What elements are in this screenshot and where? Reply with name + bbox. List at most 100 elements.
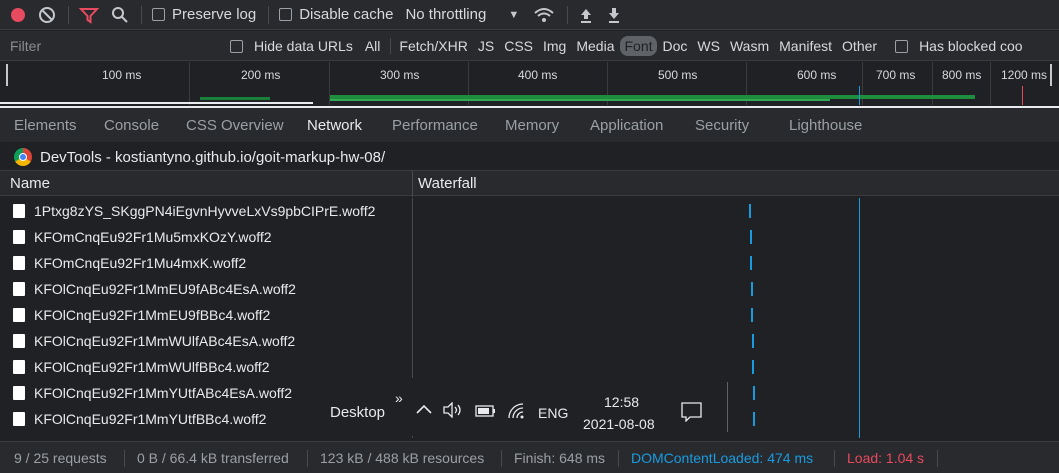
filter-type-doc[interactable]: Doc [659, 36, 692, 56]
wifi-icon[interactable] [507, 402, 527, 423]
toolbar-divider [268, 5, 270, 24]
devtools-title-bar: DevTools - kostiantyno.github.io/goit-ma… [0, 142, 1059, 170]
filter-type-js[interactable]: JS [474, 36, 498, 56]
filter-type-other[interactable]: Other [838, 36, 881, 56]
column-divider[interactable] [412, 171, 413, 197]
record-icon[interactable] [10, 7, 26, 23]
export-har-icon[interactable] [606, 6, 622, 24]
table-row[interactable]: KFOmCnqEu92Fr1Mu5mxKOzY.woff2 [0, 224, 412, 250]
overview-tick: 700 ms [876, 68, 916, 82]
file-icon [13, 412, 25, 426]
request-name: KFOmCnqEu92Fr1Mu4mxK.woff2 [34, 255, 247, 271]
file-icon [13, 334, 25, 348]
windows-taskbar: Desktop » ENG 12:58 2021-08-08 [314, 378, 744, 436]
status-finish: Finish: 648 ms [514, 450, 606, 466]
chevron-up-icon[interactable] [415, 402, 433, 419]
clock-date[interactable]: 2021-08-08 [583, 416, 655, 432]
toolbar-chevron[interactable]: » [395, 390, 403, 406]
request-name: KFOlCnqEu92Fr1MmEU9fBBc4.woff2 [34, 307, 271, 323]
disable-cache-toggle[interactable]: Disable cache [279, 6, 393, 23]
notifications-icon[interactable] [681, 402, 703, 425]
table-row[interactable]: KFOlCnqEu92Fr1MmWUlfABc4EsA.woff2 [0, 328, 412, 354]
clock-time[interactable]: 12:58 [604, 394, 639, 410]
overview-activity-bar [330, 99, 830, 101]
table-row[interactable]: KFOlCnqEu92Fr1MmWUlfBBc4.woff2 [0, 354, 412, 380]
table-row[interactable]: KFOlCnqEu92Fr1MmEU9fBBc4.woff2 [0, 302, 412, 328]
tab-css-overview[interactable]: CSS Overview [186, 117, 284, 134]
language-indicator[interactable]: ENG [538, 405, 568, 421]
overview-gridline [189, 62, 190, 105]
waterfall-bar [753, 412, 755, 426]
filter-bar: Filter Hide data URLs All Fetch/XHR JS C… [0, 31, 1059, 61]
waterfall-bar [750, 256, 752, 270]
filter-type-font[interactable]: Font [620, 36, 657, 56]
table-row[interactable]: KFOlCnqEu92Fr1MmEU9fABc4EsA.woff2 [0, 276, 412, 302]
overview-timeline[interactable]: 100 ms 200 ms 300 ms 400 ms 500 ms 600 m… [0, 62, 1059, 105]
request-name: KFOlCnqEu92Fr1MmEU9fABc4EsA.woff2 [34, 281, 296, 297]
filter-type-manifest[interactable]: Manifest [775, 36, 836, 56]
request-name: KFOlCnqEu92Fr1MmWUlfABc4EsA.woff2 [34, 333, 296, 349]
status-bar: 9 / 25 requests 0 B / 66.4 kB transferre… [0, 441, 1059, 473]
toolbar-divider [567, 5, 569, 24]
tab-performance[interactable]: Performance [392, 117, 478, 134]
search-icon[interactable] [111, 6, 129, 24]
has-blocked-cookies-checkbox[interactable] [895, 39, 909, 53]
waterfall-bar [750, 230, 752, 244]
status-divider [307, 450, 308, 467]
overview-right-handle[interactable] [1050, 64, 1052, 86]
status-divider [501, 450, 502, 467]
request-name: KFOmCnqEu92Fr1Mu5mxKOzY.woff2 [34, 229, 272, 245]
throttling-value: No throttling [405, 6, 487, 23]
throttling-select[interactable]: No throttling ▼ [405, 6, 519, 23]
column-header-name[interactable]: Name [10, 175, 50, 192]
tab-memory[interactable]: Memory [505, 117, 559, 134]
tab-elements[interactable]: Elements [14, 117, 77, 134]
table-row[interactable]: KFOmCnqEu92Fr1Mu4mxK.woff2 [0, 250, 412, 276]
preserve-log-label: Preserve log [172, 6, 257, 23]
overview-left-handle[interactable] [6, 64, 8, 86]
tab-lighthouse[interactable]: Lighthouse [789, 117, 862, 134]
waterfall-dom-loaded-line [859, 198, 860, 438]
import-har-icon[interactable] [578, 6, 594, 24]
desktop-toolbar-label[interactable]: Desktop [330, 404, 385, 421]
toolbar-divider [68, 5, 69, 24]
file-icon [13, 256, 25, 270]
table-row[interactable]: 1Ptxg8zYS_SKggPN4iEgvnHyvveLxVs9pbCIPrE.… [0, 198, 412, 224]
column-header-waterfall[interactable]: Waterfall [418, 175, 477, 192]
filter-type-ws[interactable]: WS [693, 36, 724, 56]
overview-tick: 100 ms [102, 68, 142, 82]
filter-icon[interactable] [79, 6, 99, 24]
preserve-log-checkbox[interactable] [152, 8, 165, 21]
tab-security[interactable]: Security [695, 117, 749, 134]
file-icon [13, 282, 25, 296]
filter-input[interactable]: Filter [10, 38, 41, 54]
status-divider [124, 450, 125, 467]
battery-icon[interactable] [475, 404, 497, 421]
has-blocked-cookies-label[interactable]: Has blocked coo [915, 36, 1027, 56]
filter-type-img[interactable]: Img [539, 36, 570, 56]
volume-icon[interactable] [442, 401, 464, 421]
overview-activity-bar [200, 97, 270, 100]
filter-type-css[interactable]: CSS [500, 36, 537, 56]
filter-divider [390, 38, 392, 54]
tab-console[interactable]: Console [104, 117, 159, 134]
disable-cache-checkbox[interactable] [279, 8, 293, 21]
show-desktop-divider[interactable] [727, 382, 728, 432]
preserve-log-toggle[interactable]: Preserve log [152, 6, 256, 23]
tab-network[interactable]: Network [307, 117, 362, 134]
filter-type-fetch-xhr[interactable]: Fetch/XHR [395, 36, 471, 56]
overview-dom-loaded-line [859, 86, 860, 105]
network-conditions-icon[interactable] [533, 6, 555, 24]
hide-data-urls-checkbox[interactable] [230, 39, 243, 53]
filter-type-all[interactable]: All [361, 36, 385, 56]
filter-type-media[interactable]: Media [572, 36, 618, 56]
request-name: KFOlCnqEu92Fr1MmYUtfBBc4.woff2 [34, 411, 267, 427]
status-divider [834, 450, 835, 467]
clear-icon[interactable] [38, 6, 56, 24]
tab-application[interactable]: Application [590, 117, 663, 134]
devtools-title: DevTools - kostiantyno.github.io/goit-ma… [40, 149, 386, 166]
waterfall-bar [751, 282, 753, 296]
filter-type-wasm[interactable]: Wasm [726, 36, 773, 56]
hide-data-urls-label[interactable]: Hide data URLs [250, 36, 357, 56]
request-name: KFOlCnqEu92Fr1MmYUtfABc4EsA.woff2 [34, 385, 293, 401]
